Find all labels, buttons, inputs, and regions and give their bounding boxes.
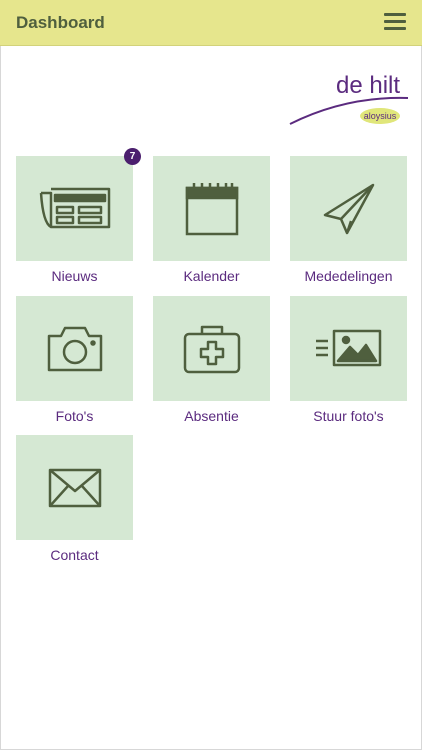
tile-box[interactable] (290, 156, 407, 261)
tile-box[interactable] (16, 296, 133, 401)
tile-mededelingen[interactable]: Mededelingen (290, 156, 407, 296)
newspaper-icon (39, 187, 110, 228)
tile-label: Mededelingen (304, 268, 393, 284)
tile-absentie[interactable]: Absentie (153, 296, 270, 436)
tile-fotos[interactable]: Foto's (16, 296, 133, 436)
top-bar: Dashboard (0, 0, 422, 46)
notification-badge: 7 (124, 148, 141, 165)
tile-label: Foto's (55, 408, 94, 424)
tile-label: Contact (50, 547, 99, 563)
tile-box[interactable]: 7 (16, 148, 141, 261)
tile-label: Stuur foto's (313, 408, 384, 424)
tile-label: Nieuws (51, 268, 98, 284)
tile-nieuws[interactable]: 7 Nieuws (16, 148, 141, 296)
tile-stuur-fotos[interactable]: Stuur foto's (290, 296, 407, 436)
logo-subtext: aloysius (360, 108, 400, 124)
page-title: Dashboard (16, 13, 105, 32)
tile-box[interactable] (16, 435, 133, 540)
tile-contact[interactable]: Contact (16, 435, 133, 575)
calendar-icon (185, 182, 238, 235)
paper-plane-icon (323, 183, 374, 234)
menu-icon[interactable] (384, 13, 406, 31)
medical-kit-icon (183, 325, 240, 373)
tile-kalender[interactable]: Kalender (153, 156, 270, 296)
school-logo: de hilt aloysius (286, 70, 412, 130)
send-photo-icon (315, 329, 381, 366)
tile-label: Absentie (184, 408, 239, 424)
tile-box[interactable] (153, 156, 270, 261)
tile-box[interactable] (153, 296, 270, 401)
envelope-icon (48, 468, 101, 507)
camera-icon (47, 326, 102, 371)
tile-box[interactable] (290, 296, 407, 401)
tile-label: Kalender (183, 268, 240, 284)
